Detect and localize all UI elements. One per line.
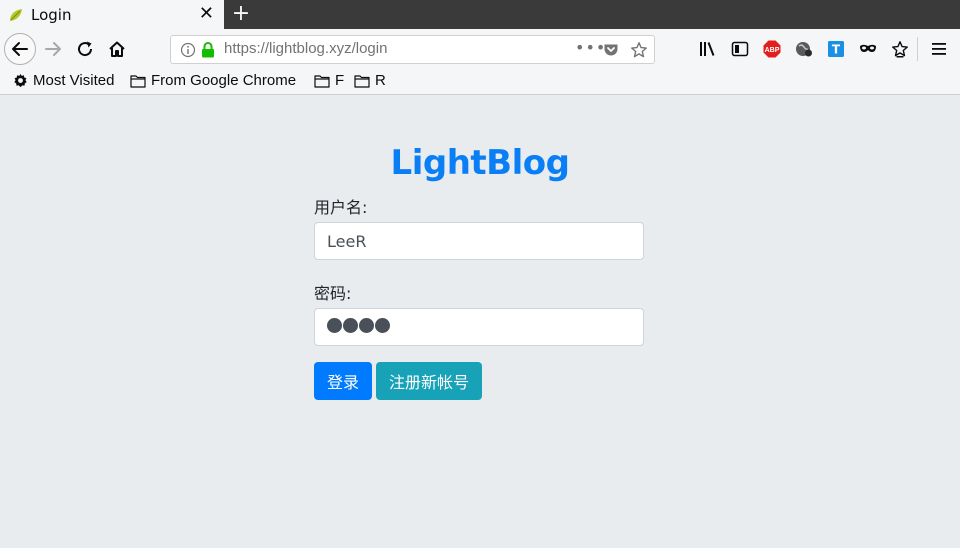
bookmark-folder-r[interactable]: R: [354, 72, 386, 89]
register-button[interactable]: 注册新帐号: [376, 362, 482, 400]
password-mask: [327, 317, 391, 337]
pocket-icon[interactable]: [603, 42, 619, 62]
spring-leaf-icon: [8, 7, 24, 23]
home-icon: [109, 41, 125, 57]
bookmark-label: Most Visited: [33, 72, 115, 89]
url-text[interactable]: https://lightblog.xyz/login: [224, 40, 387, 57]
folder-icon: [130, 74, 146, 88]
page-actions-icon[interactable]: •••: [575, 38, 606, 57]
new-tab-button[interactable]: +: [228, 1, 254, 27]
reload-icon: [78, 41, 93, 57]
svg-text:T: T: [832, 43, 841, 57]
password-dot: [327, 317, 342, 333]
tab-close-icon[interactable]: ✕: [199, 4, 214, 24]
forward-arrow-icon: [45, 42, 61, 56]
bookmark-most-visited[interactable]: Most Visited: [13, 72, 114, 89]
forward-button[interactable]: [39, 35, 67, 63]
page-content: LightBlog 用户名: LeeR 密码: 登录 注册新帐号: [0, 96, 960, 548]
tab-strip: Login ✕ +: [0, 0, 960, 29]
bookmark-star-icon[interactable]: [630, 41, 648, 63]
bookmarks-toolbar: Most Visited From Google Chrome F R: [0, 69, 960, 95]
brand-title: LightBlog: [390, 143, 570, 183]
back-button[interactable]: [4, 33, 36, 65]
translate-icon[interactable]: T: [827, 40, 845, 58]
menu-icon[interactable]: [930, 40, 948, 58]
gear-icon: [14, 73, 27, 88]
sidebar-icon[interactable]: [731, 40, 749, 58]
mask-icon[interactable]: [859, 40, 877, 58]
lock-icon[interactable]: [201, 42, 215, 62]
tab-title: Login: [31, 5, 72, 24]
bookmark-folder-f[interactable]: F: [314, 72, 344, 89]
bookmark-label: From Google Chrome: [151, 72, 297, 89]
url-bar[interactable]: https://lightblog.xyz/login •••: [170, 35, 655, 64]
password-dot: [343, 317, 358, 333]
bookmark-folder-from-google-chrome[interactable]: From Google Chrome: [130, 72, 296, 89]
bookmark-label: R: [375, 72, 386, 89]
back-arrow-icon: [12, 42, 28, 56]
folder-icon: [314, 74, 330, 88]
folder-icon: [354, 74, 370, 88]
bookmark-label: F: [335, 72, 345, 89]
bookmark-star-icon[interactable]: [891, 40, 909, 58]
tab-login[interactable]: Login ✕: [0, 0, 224, 29]
toolbar-separator: [917, 37, 918, 61]
adblock-icon[interactable]: ABP: [763, 40, 781, 58]
reload-button[interactable]: [71, 35, 99, 63]
username-label: 用户名:: [314, 198, 368, 217]
extension-globe-icon[interactable]: [795, 40, 813, 58]
username-input[interactable]: LeeR: [314, 222, 644, 260]
username-value: LeeR: [327, 231, 367, 251]
password-input[interactable]: [314, 308, 644, 346]
library-icon[interactable]: [699, 40, 717, 58]
password-dot: [375, 317, 390, 333]
login-button[interactable]: 登录: [314, 362, 372, 400]
home-button[interactable]: [103, 35, 131, 63]
info-icon[interactable]: [180, 42, 196, 62]
svg-text:ABP: ABP: [765, 47, 780, 54]
password-label: 密码:: [314, 284, 352, 303]
navigation-toolbar: https://lightblog.xyz/login ••• ABP T: [0, 29, 960, 69]
password-dot: [359, 317, 374, 333]
